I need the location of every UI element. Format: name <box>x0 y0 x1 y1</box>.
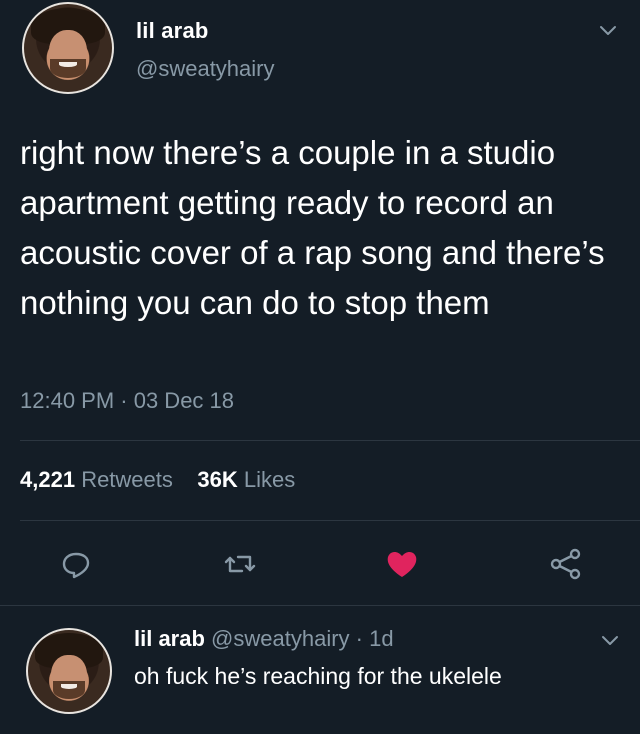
user-handle[interactable]: @sweatyhairy <box>136 56 275 82</box>
tweet-text: right now there’s a couple in a studio a… <box>20 134 605 321</box>
chevron-down-icon[interactable] <box>596 18 620 42</box>
retweets-count: 4,221 <box>20 467 76 492</box>
retweets-stat[interactable]: 4,221 Retweets <box>20 467 173 492</box>
likes-stat[interactable]: 36K Likes <box>197 467 295 492</box>
retweets-label: Retweets <box>81 467 173 492</box>
reply-display-name[interactable]: lil arab <box>134 626 205 651</box>
likes-count: 36K <box>197 467 238 492</box>
reply-header: lil arab @sweatyhairy · 1d <box>134 626 394 652</box>
avatar[interactable] <box>22 2 114 94</box>
divider <box>20 440 640 441</box>
reply-handle[interactable]: @sweatyhairy <box>211 626 350 651</box>
heart-icon[interactable] <box>384 546 420 582</box>
reply-time: · 1d <box>349 626 394 651</box>
likes-label: Likes <box>243 467 296 492</box>
tweet-timestamp[interactable]: 12:40 PM · 03 Dec 18 <box>20 388 234 414</box>
display-name[interactable]: lil arab <box>136 18 209 44</box>
divider <box>0 605 640 606</box>
share-icon[interactable] <box>548 546 584 582</box>
divider <box>20 520 640 521</box>
reply-text: oh fuck he’s reaching for the ukelele <box>134 663 502 689</box>
chevron-down-icon[interactable] <box>598 628 622 652</box>
tweet-stats: 4,221 Retweets 36K Likes <box>20 467 295 493</box>
reply-icon[interactable] <box>58 546 94 582</box>
retweet-icon[interactable] <box>222 546 258 582</box>
reply-avatar[interactable] <box>26 628 112 714</box>
